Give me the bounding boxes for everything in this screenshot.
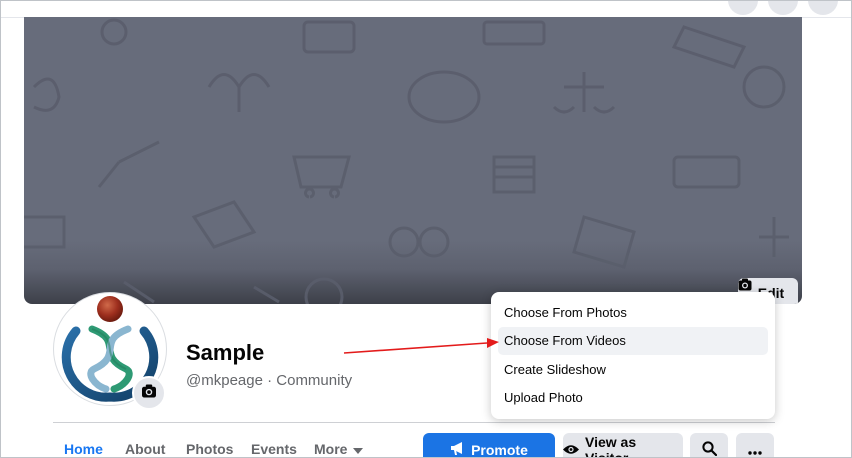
facebook-page-window: Edit Samp: [0, 0, 852, 458]
annotation-arrow: [343, 338, 499, 354]
